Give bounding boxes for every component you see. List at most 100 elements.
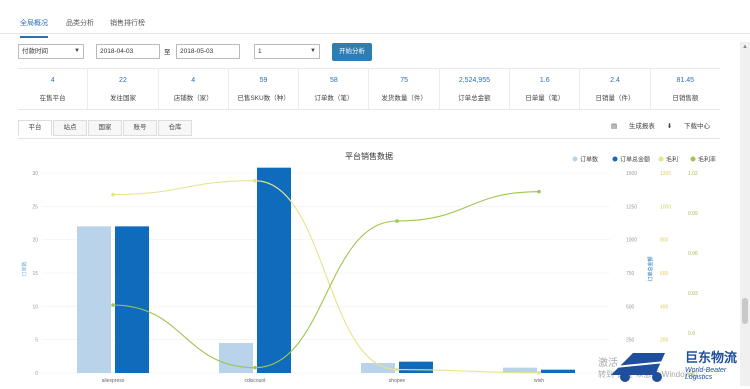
stat-value: 4 <box>50 77 55 84</box>
report-actions: ▤ 生成报表 ⬇ 下载中心 <box>601 120 710 130</box>
y-tick-left: 5 <box>35 338 38 344</box>
company-logo: 巨东物流 World-Beater Logistics <box>605 345 750 386</box>
stat-label: 发往国家 <box>109 95 136 102</box>
stat-card: 75 发货数量（件） <box>369 69 440 109</box>
stat-value: 59 <box>259 77 268 84</box>
y-tick-right: 1000 <box>626 238 637 244</box>
stat-label: 日单量（笔） <box>525 95 565 102</box>
stat-label: 订单数（笔） <box>314 95 354 102</box>
y-tick-right: 500 <box>626 304 635 310</box>
y-tick-right: 1250 <box>626 204 637 210</box>
start-analysis-button[interactable]: 开始分析 <box>332 43 372 61</box>
stat-value: 58 <box>329 77 338 84</box>
stat-value: 4 <box>191 77 196 84</box>
stat-value: 2,524,955 <box>458 77 490 84</box>
point-profit <box>111 192 115 197</box>
logo-en: World-Beater Logistics <box>685 367 727 381</box>
stat-card: 4 店铺数（家） <box>159 69 229 109</box>
bar-order-amount <box>257 167 291 373</box>
point-profit <box>253 178 257 183</box>
count-select[interactable]: 1 ▼ <box>254 44 320 59</box>
tab-overview[interactable]: 全局概况 <box>20 18 48 38</box>
y-tick-margin: 0.96 <box>688 251 698 257</box>
y-tick-left: 10 <box>32 304 38 310</box>
dimension-tab[interactable]: 仓库 <box>158 120 192 136</box>
stat-card: 2.4 日销量（件） <box>580 69 651 109</box>
count-select-value: 1 <box>258 48 262 55</box>
y-tick-profit: 800 <box>660 238 669 244</box>
point-margin <box>253 365 257 370</box>
stat-label: 订单总金额 <box>458 95 491 102</box>
y-tick-profit: 200 <box>660 338 669 344</box>
time-type-select[interactable]: 付款时间 ▼ <box>18 44 84 59</box>
y-tick-profit: 1200 <box>660 171 671 177</box>
stat-label: 发货数量（件） <box>381 95 427 102</box>
bar-order-amount <box>541 369 575 373</box>
y-tick-right: 1500 <box>626 171 637 177</box>
y-tick-right: 750 <box>626 271 635 277</box>
end-date-input[interactable]: 2018-05-03 <box>176 44 240 59</box>
bar-order-amount <box>399 361 433 373</box>
point-profit <box>537 370 541 375</box>
y-tick-left: 30 <box>32 171 38 177</box>
y-tick-right: 250 <box>626 338 635 344</box>
dimension-tab[interactable]: 国家 <box>88 120 122 136</box>
y-tick-left: 25 <box>32 204 38 210</box>
y-tick-margin: 0.99 <box>688 211 698 217</box>
y-tick-profit: 1000 <box>660 204 671 210</box>
scrollbar[interactable]: ▲ <box>740 42 750 386</box>
bar-order-amount <box>115 226 149 373</box>
chevron-down-icon: ▼ <box>74 48 80 54</box>
date-range-separator: 至 <box>164 49 171 56</box>
legend-swatch <box>690 156 696 162</box>
generate-report-label: 生成报表 <box>628 123 655 130</box>
y-tick-margin: 1.02 <box>688 171 698 177</box>
x-tick-label: aliexpress <box>102 378 125 384</box>
stat-value: 2.4 <box>610 77 620 84</box>
tab-sales-ranking[interactable]: 销售排行榜 <box>110 18 145 28</box>
chevron-down-icon: ▼ <box>310 48 316 54</box>
point-margin <box>111 303 115 307</box>
scrollbar-thumb[interactable] <box>742 298 748 324</box>
stat-card: 22 发往国家 <box>88 69 159 109</box>
stat-label: 已售SKU数（种） <box>237 95 290 102</box>
dimension-tab[interactable]: 平台 <box>18 120 52 136</box>
legend-label: 订单总金额 <box>620 156 650 164</box>
stat-card: 58 订单数（笔） <box>299 69 370 109</box>
dimension-tab[interactable]: 站点 <box>53 120 87 136</box>
line-margin <box>112 191 540 369</box>
download-center-label: 下载中心 <box>684 123 710 130</box>
x-tick-label: cdiscount <box>244 378 266 384</box>
generate-report-button[interactable]: ▤ 生成报表 <box>611 123 655 130</box>
stat-card: 4 在售平台 <box>18 69 89 109</box>
stat-value: 81.45 <box>676 77 695 84</box>
x-tick-label: wish <box>534 378 544 384</box>
start-date-input[interactable]: 2018-04-03 <box>96 44 160 59</box>
stat-label: 店铺数（家） <box>173 95 213 102</box>
point-margin <box>537 189 541 194</box>
stats-bar: 4 在售平台 22 发往国家 4 店铺数（家） 59 已售SKU数（种） 58 订单数（笔） 75 发… <box>18 68 720 110</box>
y-axis-label-left: 订单数 <box>21 261 28 276</box>
bar-order-count <box>219 343 253 373</box>
end-date-value: 2018-05-03 <box>180 48 214 55</box>
dimension-tab[interactable]: 账号 <box>123 120 157 136</box>
y-tick-profit: 400 <box>660 304 669 310</box>
stat-card: 1.6 日单量（笔） <box>510 69 581 109</box>
stat-label: 日销售额 <box>672 95 699 102</box>
arrow-up-icon[interactable]: ▲ <box>742 44 748 50</box>
stat-label: 日销量（件） <box>595 95 635 102</box>
time-type-value: 付款时间 <box>22 48 48 55</box>
legend-label: 订单数 <box>580 156 598 164</box>
y-tick-left: 0 <box>35 371 38 377</box>
legend-swatch <box>572 156 578 162</box>
y-tick-margin: 0.93 <box>688 291 698 297</box>
tab-category-analysis[interactable]: 品类分析 <box>66 18 94 28</box>
stat-card: 81.45 日销售额 <box>651 69 720 109</box>
download-center-button[interactable]: ⬇ 下载中心 <box>667 123 710 130</box>
point-profit <box>395 367 399 372</box>
bar-order-count <box>77 226 111 373</box>
stat-label: 在售平台 <box>39 95 66 102</box>
stat-value: 1.6 <box>539 77 550 84</box>
y-tick-profit: 600 <box>660 271 669 277</box>
top-nav: 全局概况 品类分析 销售排行榜 <box>0 0 750 38</box>
